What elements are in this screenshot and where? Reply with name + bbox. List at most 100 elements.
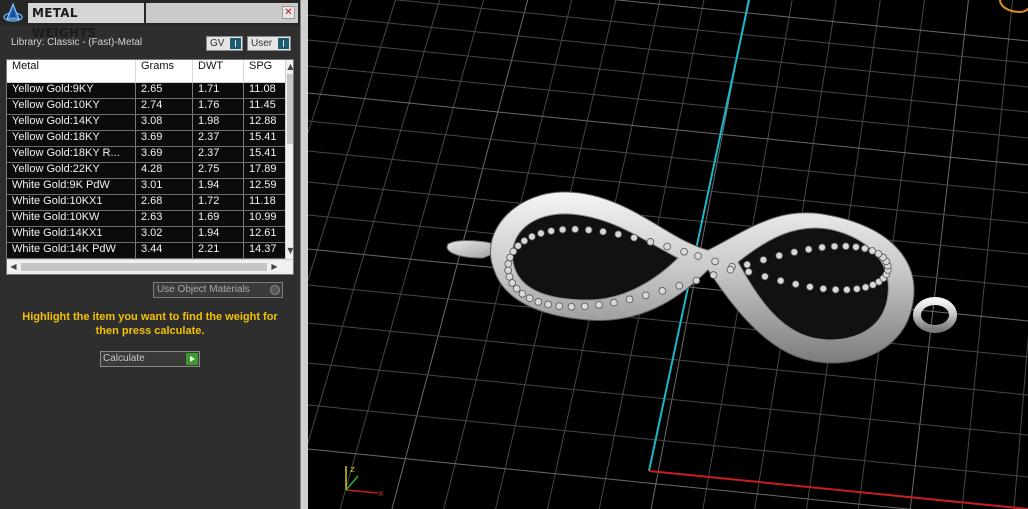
table-row[interactable]: White Gold:14KX1 3.02 1.94 12.61 [7,227,285,243]
bead [726,265,735,274]
cell-grams: 3.02 [136,227,193,242]
table-row[interactable]: White Gold:10KW 2.63 1.69 10.99 [7,211,285,227]
app-logo-icon [3,2,23,22]
bead [744,268,753,276]
cell-spg: 12.88 [249,115,277,127]
bead [571,225,579,234]
toggle-switch-icon [230,38,241,49]
bead [630,233,638,242]
vertical-scroll-thumb[interactable] [287,74,293,144]
bead [509,247,518,256]
bead [514,242,522,250]
bead [610,298,618,307]
column-header-metal[interactable]: Metal [7,60,136,82]
gv-toggle[interactable]: GV [206,36,243,51]
table-row[interactable]: Yellow Gold:18KY 3.69 2.37 15.41 [7,131,285,147]
grid-line [308,0,396,282]
grid-line [308,0,352,134]
scroll-left-icon[interactable]: ◀ [9,262,18,272]
bead [518,289,527,298]
horizontal-scrollbar[interactable]: ◀ ▶ [7,259,293,274]
cell-spg: 12.61 [249,227,277,239]
cell-dwt: 1.98 [193,115,244,130]
grid-line [308,448,914,509]
user-toggle[interactable]: User [247,36,291,51]
infinity-pendant-model[interactable] [446,191,957,364]
table-row[interactable]: White Gold:14K PdW 3.44 2.21 14.37 [7,243,285,259]
cell-grams: 3.44 [136,243,193,258]
cell-metal: Yellow Gold:18KY R... [7,147,136,162]
gv-toggle-label: GV [210,38,225,49]
bead [806,283,814,291]
horizontal-scroll-thumb[interactable] [21,263,267,271]
column-header-dwt[interactable]: DWT [193,60,244,82]
panel-titlebar[interactable]: METAL WEIGHTS ✕ [0,0,300,40]
bead [790,248,799,256]
bead [641,291,650,300]
scroll-up-icon[interactable]: ▲ [286,62,293,72]
bead [852,243,860,251]
library-label: Library: Classic - (Fast)-Metal [11,37,143,48]
use-object-materials-checkbox[interactable]: Use Object Materials [153,282,283,298]
cell-metal: Yellow Gold:10KY [7,99,136,114]
bead [595,301,603,309]
bead [625,295,634,304]
bead [512,284,521,293]
panel-splitter[interactable] [300,0,308,509]
table-row[interactable]: Yellow Gold:18KY R... 3.69 2.37 15.41 [7,147,285,163]
cell-metal: White Gold:14K PdW [7,243,136,258]
scroll-right-icon[interactable]: ▶ [270,262,279,272]
table-row[interactable]: Yellow Gold:10KY 2.74 1.76 11.45 [7,99,285,115]
cell-spg: 14.37 [249,243,277,255]
bead [843,285,851,294]
cell-metal: White Gold:10KX1 [7,195,136,210]
grid-line [308,0,441,445]
cell-dwt: 2.21 [193,243,244,258]
grid-line [308,92,1028,166]
bead [525,294,534,303]
view-gizmo-icon[interactable] [999,0,1028,14]
table-row[interactable]: Yellow Gold:9KY 2.65 1.71 11.08 [7,83,285,99]
table-row[interactable]: Yellow Gold:22KY 4.28 2.75 17.89 [7,163,285,179]
table-row[interactable]: Yellow Gold:14KY 3.08 1.98 12.88 [7,115,285,131]
bead [819,284,828,293]
cell-dwt: 1.94 [193,227,244,242]
table-row[interactable]: White Gold:9K PdW 3.01 1.94 12.59 [7,179,285,195]
bead [775,251,784,260]
grid-line [308,120,1028,194]
cell-metal: Yellow Gold:9KY [7,83,136,98]
column-header-spg[interactable]: SPG [244,60,285,82]
table-header: Metal Grams DWT SPG [7,60,285,83]
bead [614,230,623,239]
use-object-materials-label: Use Object Materials [157,284,250,295]
column-header-grams[interactable]: Grams [136,60,193,82]
calculate-button[interactable]: Calculate [100,351,200,367]
bead [508,279,517,287]
bead [680,247,688,256]
bead [547,227,555,235]
bead [584,226,593,234]
axis-triad-icon: z x [345,465,384,499]
bead [658,287,667,295]
cell-grams: 3.08 [136,115,193,130]
bead [675,282,684,290]
cell-metal: White Gold:14KX1 [7,227,136,242]
cell-spg: 12.59 [249,179,277,191]
cell-spg: 11.08 [249,83,276,95]
close-button[interactable]: ✕ [282,6,295,19]
bead [761,272,769,281]
3d-viewport[interactable]: z x [308,0,1028,509]
bead [818,243,826,252]
cell-dwt: 1.76 [193,99,244,114]
cell-grams: 2.63 [136,211,193,226]
table-row[interactable]: White Gold:10KX1 2.68 1.72 11.18 [7,195,285,211]
scroll-down-icon[interactable]: ▼ [286,246,293,256]
panel-title: METAL WEIGHTS [28,3,144,40]
bead [537,229,545,238]
vertical-scrollbar[interactable]: ▲ ▼ [285,60,293,259]
bead [711,257,719,266]
bead [528,232,536,241]
bead [759,256,768,264]
cell-metal: Yellow Gold:22KY [7,163,136,178]
cell-spg: 11.18 [249,195,276,207]
